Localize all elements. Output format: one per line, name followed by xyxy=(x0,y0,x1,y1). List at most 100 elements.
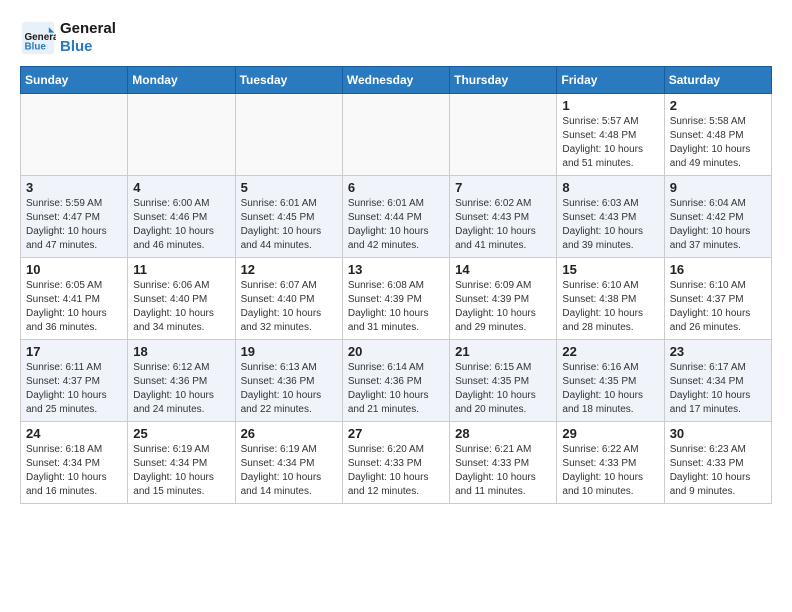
calendar-cell-3-1: 18 Sunrise: 6:12 AM Sunset: 4:36 PM Dayli… xyxy=(128,340,235,422)
calendar-cell-0-3 xyxy=(342,94,449,176)
cell-content: Sunrise: 6:15 AM Sunset: 4:35 PM Dayligh… xyxy=(455,361,551,417)
logo-blue: Blue xyxy=(60,38,116,56)
day-number: 22 xyxy=(562,344,658,359)
week-row-5: 24Sunrise: 6:18 AM Sunset: 4:34 PM Dayli… xyxy=(21,422,772,504)
day-number: 3 xyxy=(26,180,122,195)
calendar-cell-0-2 xyxy=(235,94,342,176)
calendar-cell-2-1: 11 Sunrise: 6:06 AM Sunset: 4:40 PM Dayli… xyxy=(128,258,235,340)
calendar-cell-3-3: 20Sunrise: 6:14 AM Sunset: 4:36 PM Dayli… xyxy=(342,340,449,422)
calendar-cell-1-4: 7 Sunrise: 6:02 AM Sunset: 4:43 PM Daylig… xyxy=(450,176,557,258)
cell-content: Sunrise: 6:05 AM Sunset: 4:41 PM Dayligh… xyxy=(26,279,122,335)
calendar-cell-1-6: 9 Sunrise: 6:04 AM Sunset: 4:42 PM Daylig… xyxy=(664,176,771,258)
day-number: 1 xyxy=(562,98,658,113)
calendar-cell-0-4 xyxy=(450,94,557,176)
day-number: 11 xyxy=(133,262,229,277)
logo-general: General xyxy=(60,20,116,37)
day-number: 24 xyxy=(26,426,122,441)
week-row-1: 1Sunrise: 5:57 AM Sunset: 4:48 PM Daylig… xyxy=(21,94,772,176)
weekday-thursday: Thursday xyxy=(450,67,557,94)
cell-content: Sunrise: 5:59 AM Sunset: 4:47 PM Dayligh… xyxy=(26,197,122,253)
calendar-cell-3-6: 23 Sunrise: 6:17 AM Sunset: 4:34 PM Dayli… xyxy=(664,340,771,422)
day-number: 30 xyxy=(670,426,766,441)
calendar-cell-4-0: 24Sunrise: 6:18 AM Sunset: 4:34 PM Dayli… xyxy=(21,422,128,504)
day-number: 13 xyxy=(348,262,444,277)
weekday-header-row: SundayMondayTuesdayWednesdayThursdayFrid… xyxy=(21,67,772,94)
cell-content: Sunrise: 6:02 AM Sunset: 4:43 PM Dayligh… xyxy=(455,197,551,253)
day-number: 18 xyxy=(133,344,229,359)
day-number: 9 xyxy=(670,180,766,195)
calendar-cell-3-0: 17 Sunrise: 6:11 AM Sunset: 4:37 PM Dayli… xyxy=(21,340,128,422)
calendar-cell-1-2: 5 Sunrise: 6:01 AM Sunset: 4:45 PM Daylig… xyxy=(235,176,342,258)
cell-content: Sunrise: 5:58 AM Sunset: 4:48 PM Dayligh… xyxy=(670,115,766,171)
week-row-4: 17 Sunrise: 6:11 AM Sunset: 4:37 PM Dayli… xyxy=(21,340,772,422)
cell-content: Sunrise: 6:10 AM Sunset: 4:38 PM Dayligh… xyxy=(562,279,658,335)
day-number: 14 xyxy=(455,262,551,277)
weekday-wednesday: Wednesday xyxy=(342,67,449,94)
calendar-cell-2-2: 12 Sunrise: 6:07 AM Sunset: 4:40 PM Dayli… xyxy=(235,258,342,340)
cell-content: Sunrise: 6:17 AM Sunset: 4:34 PM Dayligh… xyxy=(670,361,766,417)
day-number: 23 xyxy=(670,344,766,359)
day-number: 7 xyxy=(455,180,551,195)
calendar-cell-1-0: 3 Sunrise: 5:59 AM Sunset: 4:47 PM Daylig… xyxy=(21,176,128,258)
cell-content: Sunrise: 6:12 AM Sunset: 4:36 PM Dayligh… xyxy=(133,361,229,417)
day-number: 28 xyxy=(455,426,551,441)
calendar-cell-4-6: 30 Sunrise: 6:23 AM Sunset: 4:33 PM Dayli… xyxy=(664,422,771,504)
weekday-monday: Monday xyxy=(128,67,235,94)
calendar-header: SundayMondayTuesdayWednesdayThursdayFrid… xyxy=(21,67,772,94)
day-number: 12 xyxy=(241,262,337,277)
calendar-cell-3-5: 22 Sunrise: 6:16 AM Sunset: 4:35 PM Dayli… xyxy=(557,340,664,422)
calendar-cell-2-4: 14 Sunrise: 6:09 AM Sunset: 4:39 PM Dayli… xyxy=(450,258,557,340)
cell-content: Sunrise: 6:21 AM Sunset: 4:33 PM Dayligh… xyxy=(455,443,551,499)
calendar-cell-2-6: 16Sunrise: 6:10 AM Sunset: 4:37 PM Dayli… xyxy=(664,258,771,340)
cell-content: Sunrise: 6:01 AM Sunset: 4:44 PM Dayligh… xyxy=(348,197,444,253)
cell-content: Sunrise: 6:13 AM Sunset: 4:36 PM Dayligh… xyxy=(241,361,337,417)
day-number: 17 xyxy=(26,344,122,359)
weekday-sunday: Sunday xyxy=(21,67,128,94)
cell-content: Sunrise: 6:04 AM Sunset: 4:42 PM Dayligh… xyxy=(670,197,766,253)
cell-content: Sunrise: 6:03 AM Sunset: 4:43 PM Dayligh… xyxy=(562,197,658,253)
logo-icon: General Blue xyxy=(20,20,56,56)
cell-content: Sunrise: 6:06 AM Sunset: 4:40 PM Dayligh… xyxy=(133,279,229,335)
weekday-saturday: Saturday xyxy=(664,67,771,94)
day-number: 4 xyxy=(133,180,229,195)
calendar-table: SundayMondayTuesdayWednesdayThursdayFrid… xyxy=(20,66,772,504)
cell-content: Sunrise: 6:11 AM Sunset: 4:37 PM Dayligh… xyxy=(26,361,122,417)
cell-content: Sunrise: 6:09 AM Sunset: 4:39 PM Dayligh… xyxy=(455,279,551,335)
calendar-cell-2-0: 10 Sunrise: 6:05 AM Sunset: 4:41 PM Dayli… xyxy=(21,258,128,340)
cell-content: Sunrise: 6:07 AM Sunset: 4:40 PM Dayligh… xyxy=(241,279,337,335)
day-number: 19 xyxy=(241,344,337,359)
calendar-cell-3-4: 21Sunrise: 6:15 AM Sunset: 4:35 PM Dayli… xyxy=(450,340,557,422)
day-number: 25 xyxy=(133,426,229,441)
header: General Blue General Blue xyxy=(20,20,772,56)
calendar-cell-0-6: 2 Sunrise: 5:58 AM Sunset: 4:48 PM Daylig… xyxy=(664,94,771,176)
calendar-cell-0-5: 1Sunrise: 5:57 AM Sunset: 4:48 PM Daylig… xyxy=(557,94,664,176)
calendar-cell-4-1: 25 Sunrise: 6:19 AM Sunset: 4:34 PM Dayli… xyxy=(128,422,235,504)
cell-content: Sunrise: 6:22 AM Sunset: 4:33 PM Dayligh… xyxy=(562,443,658,499)
day-number: 26 xyxy=(241,426,337,441)
day-number: 29 xyxy=(562,426,658,441)
calendar-cell-3-2: 19 Sunrise: 6:13 AM Sunset: 4:36 PM Dayli… xyxy=(235,340,342,422)
day-number: 10 xyxy=(26,262,122,277)
calendar-cell-1-3: 6Sunrise: 6:01 AM Sunset: 4:44 PM Daylig… xyxy=(342,176,449,258)
day-number: 8 xyxy=(562,180,658,195)
cell-content: Sunrise: 6:20 AM Sunset: 4:33 PM Dayligh… xyxy=(348,443,444,499)
day-number: 15 xyxy=(562,262,658,277)
cell-content: Sunrise: 6:19 AM Sunset: 4:34 PM Dayligh… xyxy=(133,443,229,499)
day-number: 20 xyxy=(348,344,444,359)
calendar-cell-1-1: 4Sunrise: 6:00 AM Sunset: 4:46 PM Daylig… xyxy=(128,176,235,258)
day-number: 5 xyxy=(241,180,337,195)
day-number: 2 xyxy=(670,98,766,113)
week-row-2: 3 Sunrise: 5:59 AM Sunset: 4:47 PM Daylig… xyxy=(21,176,772,258)
cell-content: Sunrise: 6:23 AM Sunset: 4:33 PM Dayligh… xyxy=(670,443,766,499)
weekday-friday: Friday xyxy=(557,67,664,94)
day-number: 16 xyxy=(670,262,766,277)
weekday-tuesday: Tuesday xyxy=(235,67,342,94)
cell-content: Sunrise: 6:16 AM Sunset: 4:35 PM Dayligh… xyxy=(562,361,658,417)
calendar-cell-2-3: 13 Sunrise: 6:08 AM Sunset: 4:39 PM Dayli… xyxy=(342,258,449,340)
calendar-cell-4-3: 27Sunrise: 6:20 AM Sunset: 4:33 PM Dayli… xyxy=(342,422,449,504)
calendar-body: 1Sunrise: 5:57 AM Sunset: 4:48 PM Daylig… xyxy=(21,94,772,504)
cell-content: Sunrise: 6:08 AM Sunset: 4:39 PM Dayligh… xyxy=(348,279,444,335)
cell-content: Sunrise: 6:01 AM Sunset: 4:45 PM Dayligh… xyxy=(241,197,337,253)
cell-content: Sunrise: 6:19 AM Sunset: 4:34 PM Dayligh… xyxy=(241,443,337,499)
calendar-cell-4-5: 29 Sunrise: 6:22 AM Sunset: 4:33 PM Dayli… xyxy=(557,422,664,504)
